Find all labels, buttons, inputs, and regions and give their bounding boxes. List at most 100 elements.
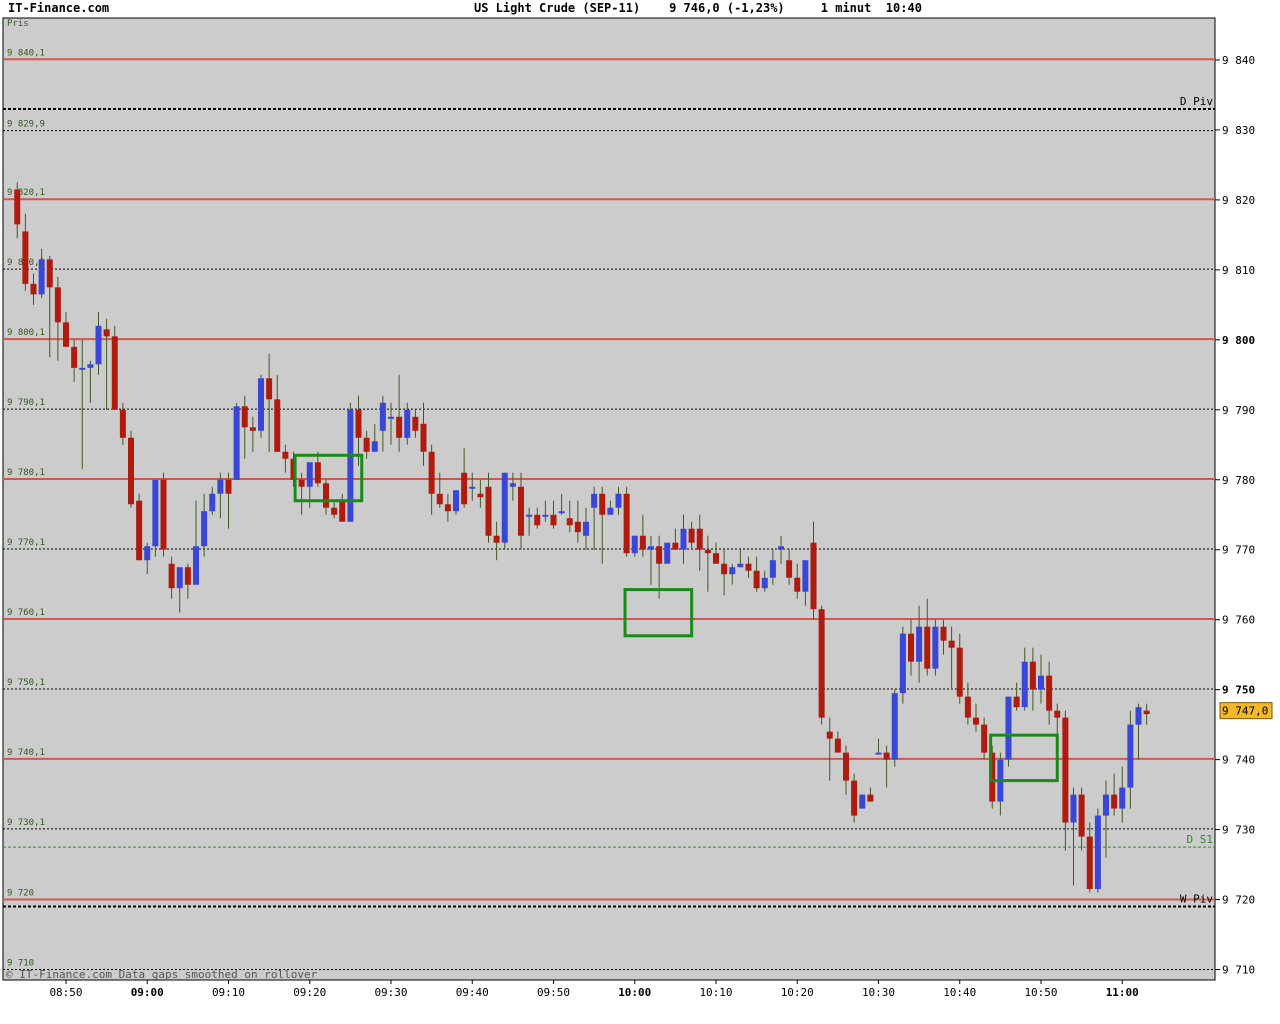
candle-down — [843, 752, 849, 781]
candle-down — [713, 553, 719, 564]
candle-up — [388, 416, 394, 419]
candle-up — [1135, 707, 1142, 725]
level-label: 9 760,1 — [7, 608, 45, 618]
last-price-tag: 9 747,0 — [1219, 702, 1273, 720]
candle-up — [558, 511, 565, 514]
y-tick-label: 9 830 — [1222, 124, 1255, 137]
candle-up — [258, 378, 264, 431]
candle-down — [956, 647, 963, 697]
candle-down — [1078, 794, 1085, 837]
candle-down — [128, 437, 134, 505]
candle-up — [778, 546, 784, 550]
level-label: 9 840,1 — [7, 48, 45, 58]
candle-down — [786, 560, 793, 578]
candle-down — [1029, 661, 1036, 690]
plot-area — [2, 17, 1216, 981]
candle-down — [818, 609, 825, 718]
candle-down — [834, 738, 841, 753]
x-tick-label: 10:30 — [862, 986, 895, 999]
candle-up — [509, 483, 516, 487]
candle-up — [306, 462, 313, 487]
y-axis-title: Pris — [7, 19, 29, 29]
candle-up — [38, 259, 45, 295]
candle-down — [794, 577, 801, 592]
candle-up — [664, 542, 671, 564]
candle-down — [54, 287, 61, 323]
x-tick-label: 08:50 — [49, 986, 82, 999]
candlestick-chart: 9 840,19 829,99 820,19 810,19 800,19 790… — [2, 17, 1273, 999]
candle-down — [964, 696, 971, 718]
candle-down — [184, 567, 191, 585]
y-tick-label: 9 740 — [1222, 754, 1255, 767]
y-tick-label: 9 750 — [1222, 684, 1255, 697]
candle-down — [623, 493, 630, 554]
pivot-label: D S1 — [1187, 833, 1214, 846]
pivot-label: W Piv — [1180, 893, 1213, 906]
x-tick-label: 09:40 — [456, 986, 489, 999]
candle-down — [1046, 675, 1053, 711]
candle-down — [518, 486, 524, 536]
candle-up — [87, 364, 94, 368]
candle-up — [899, 633, 906, 694]
candle-up — [371, 441, 378, 452]
candle-up — [217, 479, 224, 494]
x-tick-label: 10:50 — [1024, 986, 1057, 999]
candle-down — [656, 546, 663, 564]
candle-up — [1103, 794, 1109, 816]
candle-down — [119, 409, 126, 438]
candle-up — [891, 693, 898, 760]
candle-up — [1127, 724, 1134, 788]
candle-down — [249, 427, 256, 431]
candle-up — [201, 511, 208, 547]
candle-down — [46, 259, 53, 288]
candle-up — [1005, 696, 1012, 760]
candle-down — [550, 514, 557, 526]
candle-up — [347, 409, 354, 522]
y-tick-label: 9 730 — [1222, 824, 1255, 837]
candle-down — [461, 472, 468, 505]
candle-up — [591, 493, 598, 508]
x-tick-label: 10:00 — [618, 986, 651, 999]
candle-up — [526, 514, 533, 517]
candle-up — [1021, 661, 1028, 708]
candle-down — [420, 423, 427, 452]
level-label: 9 770,1 — [7, 538, 45, 548]
candle-down — [1111, 794, 1118, 809]
candle-up — [680, 528, 687, 550]
x-axis: 08:50 09:00 09:10 09:20 09:30 09:40 09:50 10:00… — [49, 980, 1139, 999]
candle-down — [168, 563, 175, 589]
candle-up — [379, 402, 386, 431]
y-tick-label: 9 810 — [1222, 264, 1255, 277]
candle-up — [542, 514, 549, 517]
candle-down — [30, 283, 37, 295]
y-tick-label: 9 840 — [1222, 54, 1255, 67]
candle-up — [1094, 815, 1101, 890]
candle-up — [144, 546, 151, 561]
pivot-label: D Piv — [1180, 95, 1213, 108]
candle-down — [688, 528, 695, 543]
candle-down — [1086, 836, 1093, 890]
candle-down — [71, 346, 78, 368]
level-label: 9 750,1 — [7, 678, 45, 688]
candle-down — [973, 717, 979, 725]
level-label: 9 720 — [7, 889, 34, 899]
candle-down — [574, 521, 581, 533]
candle-down — [867, 794, 874, 802]
candle-down — [355, 409, 362, 438]
x-tick-label: 11:00 — [1106, 986, 1139, 999]
candle-down — [396, 416, 403, 438]
candle-up — [769, 560, 776, 578]
candle-down — [745, 563, 752, 571]
candle-down — [160, 479, 167, 550]
candle-down — [696, 528, 703, 550]
candle-down — [444, 504, 451, 512]
candle-down — [534, 514, 541, 526]
candle-up — [1119, 787, 1126, 809]
chart-footer: © IT-Finance.com Data gaps smoothed on r… — [6, 968, 318, 981]
y-tick-label: 9 820 — [1222, 194, 1255, 207]
level-label: 9 829,9 — [7, 120, 45, 130]
candle-down — [339, 500, 346, 522]
candle-up — [152, 479, 159, 547]
candle-up — [583, 521, 589, 536]
candle-down — [428, 451, 435, 494]
